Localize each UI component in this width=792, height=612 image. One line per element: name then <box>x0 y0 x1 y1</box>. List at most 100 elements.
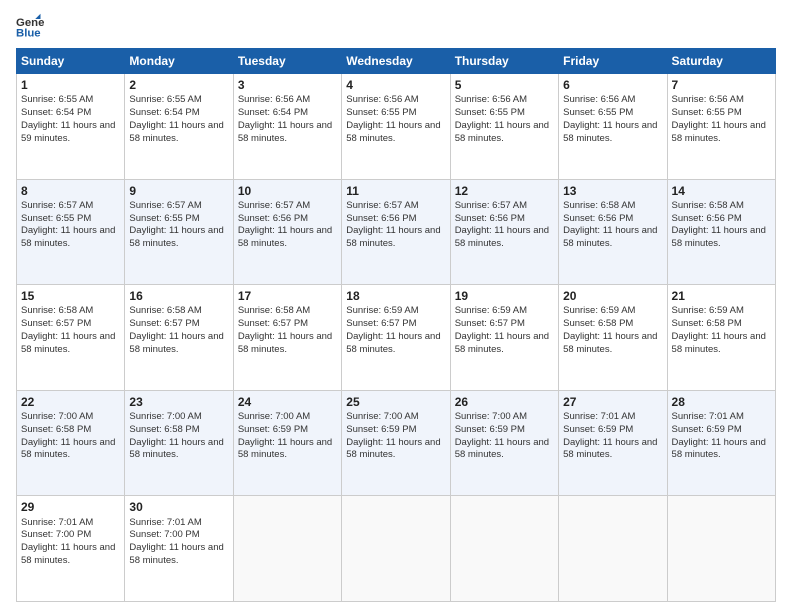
day-number: 10 <box>238 183 337 199</box>
calendar-cell: 28Sunrise: 7:01 AMSunset: 6:59 PMDayligh… <box>667 390 775 496</box>
daylight-text: Daylight: 11 hours and 58 minutes. <box>455 120 549 144</box>
calendar-cell: 2Sunrise: 6:55 AMSunset: 6:54 PMDaylight… <box>125 74 233 180</box>
sunrise-text: Sunrise: 6:58 AM <box>129 305 201 316</box>
sunset-text: Sunset: 6:56 PM <box>563 213 633 224</box>
day-number: 9 <box>129 183 228 199</box>
calendar-week-row: 8Sunrise: 6:57 AMSunset: 6:55 PMDaylight… <box>17 179 776 285</box>
daylight-text: Daylight: 11 hours and 58 minutes. <box>21 542 115 566</box>
sunset-text: Sunset: 6:55 PM <box>21 213 91 224</box>
sunset-text: Sunset: 6:56 PM <box>346 213 416 224</box>
sunset-text: Sunset: 6:58 PM <box>129 424 199 435</box>
sunrise-text: Sunrise: 7:01 AM <box>21 517 93 528</box>
day-number: 20 <box>563 288 662 304</box>
daylight-text: Daylight: 11 hours and 58 minutes. <box>129 437 223 461</box>
day-number: 30 <box>129 499 228 515</box>
day-number: 15 <box>21 288 120 304</box>
daylight-text: Daylight: 11 hours and 58 minutes. <box>455 225 549 249</box>
sunrise-text: Sunrise: 7:00 AM <box>238 411 310 422</box>
daylight-text: Daylight: 11 hours and 58 minutes. <box>563 120 657 144</box>
day-number: 23 <box>129 394 228 410</box>
daylight-text: Daylight: 11 hours and 58 minutes. <box>672 437 766 461</box>
calendar-cell: 29 Sunrise: 7:01 AMSunset: 7:00 PM Dayligh… <box>17 496 125 602</box>
calendar-week-row: 15Sunrise: 6:58 AMSunset: 6:57 PMDayligh… <box>17 285 776 391</box>
daylight-text: Daylight: 11 hours and 58 minutes. <box>21 437 115 461</box>
sunset-text: Sunset: 6:54 PM <box>238 107 308 118</box>
sunset-text: Sunset: 6:55 PM <box>129 213 199 224</box>
day-number: 8 <box>21 183 120 199</box>
sunset-text: Sunset: 6:57 PM <box>455 318 525 329</box>
calendar-cell: 20Sunrise: 6:59 AMSunset: 6:58 PMDayligh… <box>559 285 667 391</box>
sunset-text: Sunset: 6:58 PM <box>563 318 633 329</box>
calendar-cell <box>559 496 667 602</box>
sunrise-text: Sunrise: 6:58 AM <box>21 305 93 316</box>
sunset-text: Sunset: 6:57 PM <box>129 318 199 329</box>
daylight-text: Daylight: 11 hours and 58 minutes. <box>129 225 223 249</box>
sunset-text: Sunset: 6:55 PM <box>672 107 742 118</box>
calendar-header-row: SundayMondayTuesdayWednesdayThursdayFrid… <box>17 49 776 74</box>
day-header: Saturday <box>667 49 775 74</box>
sunset-text: Sunset: 7:00 PM <box>21 529 91 540</box>
calendar-cell: 14Sunrise: 6:58 AMSunset: 6:56 PMDayligh… <box>667 179 775 285</box>
sunset-text: Sunset: 6:56 PM <box>672 213 742 224</box>
day-number: 16 <box>129 288 228 304</box>
daylight-text: Daylight: 11 hours and 58 minutes. <box>563 331 657 355</box>
day-number: 24 <box>238 394 337 410</box>
calendar-cell: 21Sunrise: 6:59 AMSunset: 6:58 PMDayligh… <box>667 285 775 391</box>
sunrise-text: Sunrise: 6:57 AM <box>238 200 310 211</box>
daylight-text: Daylight: 11 hours and 58 minutes. <box>455 331 549 355</box>
day-number: 6 <box>563 77 662 93</box>
sunset-text: Sunset: 6:56 PM <box>238 213 308 224</box>
calendar-cell: 6Sunrise: 6:56 AMSunset: 6:55 PMDaylight… <box>559 74 667 180</box>
calendar-cell: 3Sunrise: 6:56 AMSunset: 6:54 PMDaylight… <box>233 74 341 180</box>
calendar-cell: 27Sunrise: 7:01 AMSunset: 6:59 PMDayligh… <box>559 390 667 496</box>
sunset-text: Sunset: 6:59 PM <box>563 424 633 435</box>
header: General Blue <box>16 12 776 40</box>
calendar-cell <box>233 496 341 602</box>
sunset-text: Sunset: 6:59 PM <box>346 424 416 435</box>
day-header: Tuesday <box>233 49 341 74</box>
sunrise-text: Sunrise: 7:00 AM <box>21 411 93 422</box>
sunrise-text: Sunrise: 6:57 AM <box>129 200 201 211</box>
day-number: 29 <box>21 499 120 515</box>
day-number: 1 <box>21 77 120 93</box>
day-number: 12 <box>455 183 554 199</box>
sunset-text: Sunset: 6:58 PM <box>672 318 742 329</box>
daylight-text: Daylight: 11 hours and 58 minutes. <box>129 542 223 566</box>
sunrise-text: Sunrise: 7:01 AM <box>563 411 635 422</box>
sunset-text: Sunset: 6:59 PM <box>672 424 742 435</box>
sunrise-text: Sunrise: 6:55 AM <box>21 94 93 105</box>
logo: General Blue <box>16 12 48 40</box>
day-number: 13 <box>563 183 662 199</box>
daylight-text: Daylight: 11 hours and 58 minutes. <box>129 331 223 355</box>
daylight-text: Daylight: 11 hours and 58 minutes. <box>346 120 440 144</box>
calendar-cell: 25Sunrise: 7:00 AMSunset: 6:59 PMDayligh… <box>342 390 450 496</box>
calendar-cell: 12Sunrise: 6:57 AM Sunset: 6:56 PMDayligh… <box>450 179 558 285</box>
sunset-text: Sunset: 7:00 PM <box>129 529 199 540</box>
day-header: Monday <box>125 49 233 74</box>
calendar-cell <box>667 496 775 602</box>
day-number: 4 <box>346 77 445 93</box>
sunset-text: Sunset: 6:57 PM <box>21 318 91 329</box>
calendar-week-row: 29Sunrise: 7:01 AMSunset: 7:00 PMDayligh… <box>17 496 776 602</box>
sunset-text: Sunset: 6:55 PM <box>455 107 525 118</box>
daylight-text: Daylight: 11 hours and 58 minutes. <box>21 331 115 355</box>
daylight-text: Daylight: 11 hours and 58 minutes. <box>672 331 766 355</box>
sunrise-text: Sunrise: 7:00 AM <box>346 411 418 422</box>
calendar-cell: 4Sunrise: 6:56 AMSunset: 6:55 PMDaylight… <box>342 74 450 180</box>
calendar-cell: 7Sunrise: 6:56 AMSunset: 6:55 PMDaylight… <box>667 74 775 180</box>
day-number: 18 <box>346 288 445 304</box>
daylight-text: Daylight: 11 hours and 58 minutes. <box>129 120 223 144</box>
sunset-text: Sunset: 6:56 PM <box>455 213 525 224</box>
daylight-text: Daylight: 11 hours and 58 minutes. <box>672 120 766 144</box>
sunrise-text: Sunrise: 7:00 AM <box>129 411 201 422</box>
day-number: 22 <box>21 394 120 410</box>
sunrise-text: Sunrise: 6:56 AM <box>238 94 310 105</box>
sunrise-text: Sunrise: 7:01 AM <box>129 517 201 528</box>
sunrise-text: Sunrise: 6:56 AM <box>672 94 744 105</box>
daylight-text: Daylight: 11 hours and 58 minutes. <box>238 331 332 355</box>
sunrise-text: Sunrise: 6:58 AM <box>238 305 310 316</box>
page: General Blue SundayMondayTuesdayWednesda… <box>0 0 792 612</box>
sunrise-text: Sunrise: 6:57 AM <box>455 200 527 211</box>
sunrise-text: Sunrise: 6:58 AM <box>563 200 635 211</box>
calendar-table: SundayMondayTuesdayWednesdayThursdayFrid… <box>16 48 776 602</box>
